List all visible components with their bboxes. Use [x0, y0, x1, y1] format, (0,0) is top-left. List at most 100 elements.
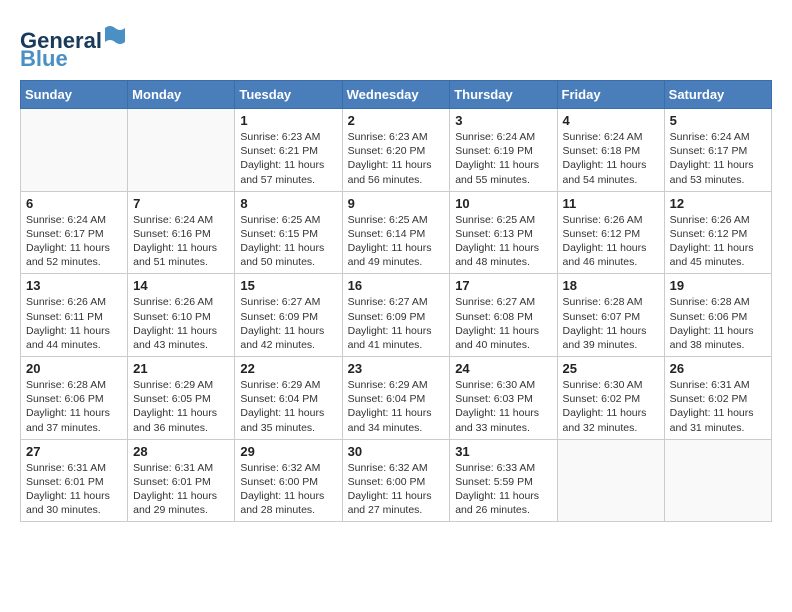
- day-of-week-header: Monday: [128, 81, 235, 109]
- day-info: Sunrise: 6:33 AM Sunset: 5:59 PM Dayligh…: [455, 461, 551, 518]
- day-info: Sunrise: 6:24 AM Sunset: 6:16 PM Dayligh…: [133, 213, 229, 270]
- calendar-cell: 14Sunrise: 6:26 AM Sunset: 6:10 PM Dayli…: [128, 274, 235, 357]
- calendar-cell: 15 Sunrise: 6:27 AM Sunset: 6:09 PM Dayli…: [235, 274, 342, 357]
- day-of-week-header: Friday: [557, 81, 664, 109]
- calendar-cell: 18 Sunrise: 6:28 AM Sunset: 6:07 PM Dayli…: [557, 274, 664, 357]
- calendar-week-row: 27 Sunrise: 6:31 AM Sunset: 6:01 PM Dayli…: [21, 439, 772, 522]
- day-number: 28: [133, 444, 229, 459]
- calendar-body: 1 Sunrise: 6:23 AM Sunset: 6:21 PM Daylig…: [21, 109, 772, 522]
- calendar-cell: 8 Sunrise: 6:25 AM Sunset: 6:15 PM Daylig…: [235, 191, 342, 274]
- calendar-cell: [21, 109, 128, 192]
- calendar-cell: 26 Sunrise: 6:31 AM Sunset: 6:02 PM Dayli…: [664, 357, 771, 440]
- calendar-week-row: 6 Sunrise: 6:24 AM Sunset: 6:17 PM Daylig…: [21, 191, 772, 274]
- day-info: Sunrise: 6:32 AM Sunset: 6:00 PM Dayligh…: [348, 461, 445, 518]
- calendar-cell: 20Sunrise: 6:28 AM Sunset: 6:06 PM Dayli…: [21, 357, 128, 440]
- day-info: Sunrise: 6:24 AM Sunset: 6:17 PM Dayligh…: [670, 130, 766, 187]
- calendar-cell: 21 Sunrise: 6:29 AM Sunset: 6:05 PM Dayli…: [128, 357, 235, 440]
- calendar-cell: 2 Sunrise: 6:23 AM Sunset: 6:20 PM Daylig…: [342, 109, 450, 192]
- calendar-cell: 3 Sunrise: 6:24 AM Sunset: 6:19 PM Daylig…: [450, 109, 557, 192]
- day-number: 16: [348, 278, 445, 293]
- calendar-cell: [664, 439, 771, 522]
- calendar-week-row: 1 Sunrise: 6:23 AM Sunset: 6:21 PM Daylig…: [21, 109, 772, 192]
- calendar-cell: 5Sunrise: 6:24 AM Sunset: 6:17 PM Daylig…: [664, 109, 771, 192]
- day-info: Sunrise: 6:27 AM Sunset: 6:09 PM Dayligh…: [348, 295, 445, 352]
- day-info: Sunrise: 6:29 AM Sunset: 6:04 PM Dayligh…: [348, 378, 445, 435]
- day-number: 13: [26, 278, 122, 293]
- day-number: 17: [455, 278, 551, 293]
- logo: General Blue: [20, 20, 130, 70]
- day-number: 12: [670, 196, 766, 211]
- day-info: Sunrise: 6:27 AM Sunset: 6:08 PM Dayligh…: [455, 295, 551, 352]
- calendar-cell: 24 Sunrise: 6:30 AM Sunset: 6:03 PM Dayli…: [450, 357, 557, 440]
- day-number: 14: [133, 278, 229, 293]
- calendar-cell: 16 Sunrise: 6:27 AM Sunset: 6:09 PM Dayli…: [342, 274, 450, 357]
- day-info: Sunrise: 6:23 AM Sunset: 6:21 PM Dayligh…: [240, 130, 336, 187]
- calendar-cell: 11 Sunrise: 6:26 AM Sunset: 6:12 PM Dayli…: [557, 191, 664, 274]
- calendar-cell: 17 Sunrise: 6:27 AM Sunset: 6:08 PM Dayli…: [450, 274, 557, 357]
- calendar-week-row: 20Sunrise: 6:28 AM Sunset: 6:06 PM Dayli…: [21, 357, 772, 440]
- calendar-cell: 9Sunrise: 6:25 AM Sunset: 6:14 PM Daylig…: [342, 191, 450, 274]
- day-info: Sunrise: 6:31 AM Sunset: 6:01 PM Dayligh…: [133, 461, 229, 518]
- day-info: Sunrise: 6:30 AM Sunset: 6:03 PM Dayligh…: [455, 378, 551, 435]
- day-of-week-header: Tuesday: [235, 81, 342, 109]
- day-number: 10: [455, 196, 551, 211]
- day-of-week-header: Sunday: [21, 81, 128, 109]
- calendar-cell: 27Sunrise: 6:31 AM Sunset: 6:01 PM Dayli…: [21, 439, 128, 522]
- day-of-week-header: Saturday: [664, 81, 771, 109]
- calendar-cell: [128, 109, 235, 192]
- day-number: 15: [240, 278, 336, 293]
- day-number: 29: [240, 444, 336, 459]
- svg-text:Blue: Blue: [20, 46, 68, 70]
- day-number: 24: [455, 361, 551, 376]
- page-header: General Blue: [20, 20, 772, 70]
- day-number: 20: [26, 361, 122, 376]
- day-info: Sunrise: 6:29 AM Sunset: 6:05 PM Dayligh…: [133, 378, 229, 435]
- day-info: Sunrise: 6:28 AM Sunset: 6:06 PM Dayligh…: [670, 295, 766, 352]
- day-number: 11: [563, 196, 659, 211]
- calendar-cell: 19Sunrise: 6:28 AM Sunset: 6:06 PM Dayli…: [664, 274, 771, 357]
- calendar-cell: 30 Sunrise: 6:32 AM Sunset: 6:00 PM Dayli…: [342, 439, 450, 522]
- day-number: 31: [455, 444, 551, 459]
- day-of-week-header: Thursday: [450, 81, 557, 109]
- calendar-cell: 6 Sunrise: 6:24 AM Sunset: 6:17 PM Daylig…: [21, 191, 128, 274]
- day-info: Sunrise: 6:24 AM Sunset: 6:17 PM Dayligh…: [26, 213, 122, 270]
- day-info: Sunrise: 6:32 AM Sunset: 6:00 PM Dayligh…: [240, 461, 336, 518]
- day-number: 4: [563, 113, 659, 128]
- calendar-cell: 10 Sunrise: 6:25 AM Sunset: 6:13 PM Dayli…: [450, 191, 557, 274]
- day-number: 2: [348, 113, 445, 128]
- calendar-cell: 4 Sunrise: 6:24 AM Sunset: 6:18 PM Daylig…: [557, 109, 664, 192]
- day-number: 6: [26, 196, 122, 211]
- day-number: 22: [240, 361, 336, 376]
- day-info: Sunrise: 6:27 AM Sunset: 6:09 PM Dayligh…: [240, 295, 336, 352]
- day-info: Sunrise: 6:28 AM Sunset: 6:07 PM Dayligh…: [563, 295, 659, 352]
- day-number: 23: [348, 361, 445, 376]
- calendar-cell: 31 Sunrise: 6:33 AM Sunset: 5:59 PM Dayli…: [450, 439, 557, 522]
- day-number: 8: [240, 196, 336, 211]
- day-number: 26: [670, 361, 766, 376]
- calendar-cell: 23 Sunrise: 6:29 AM Sunset: 6:04 PM Dayli…: [342, 357, 450, 440]
- day-number: 7: [133, 196, 229, 211]
- day-info: Sunrise: 6:26 AM Sunset: 6:12 PM Dayligh…: [670, 213, 766, 270]
- day-info: Sunrise: 6:29 AM Sunset: 6:04 PM Dayligh…: [240, 378, 336, 435]
- calendar-week-row: 13Sunrise: 6:26 AM Sunset: 6:11 PM Dayli…: [21, 274, 772, 357]
- day-of-week-header: Wednesday: [342, 81, 450, 109]
- day-info: Sunrise: 6:25 AM Sunset: 6:15 PM Dayligh…: [240, 213, 336, 270]
- day-info: Sunrise: 6:31 AM Sunset: 6:02 PM Dayligh…: [670, 378, 766, 435]
- day-info: Sunrise: 6:25 AM Sunset: 6:13 PM Dayligh…: [455, 213, 551, 270]
- logo-svg: General Blue: [20, 20, 130, 70]
- day-number: 21: [133, 361, 229, 376]
- day-info: Sunrise: 6:23 AM Sunset: 6:20 PM Dayligh…: [348, 130, 445, 187]
- calendar-cell: 28 Sunrise: 6:31 AM Sunset: 6:01 PM Dayli…: [128, 439, 235, 522]
- day-number: 18: [563, 278, 659, 293]
- day-info: Sunrise: 6:24 AM Sunset: 6:18 PM Dayligh…: [563, 130, 659, 187]
- day-info: Sunrise: 6:26 AM Sunset: 6:12 PM Dayligh…: [563, 213, 659, 270]
- calendar-cell: 29 Sunrise: 6:32 AM Sunset: 6:00 PM Dayli…: [235, 439, 342, 522]
- calendar-cell: 22 Sunrise: 6:29 AM Sunset: 6:04 PM Dayli…: [235, 357, 342, 440]
- day-info: Sunrise: 6:24 AM Sunset: 6:19 PM Dayligh…: [455, 130, 551, 187]
- calendar-header-row: SundayMondayTuesdayWednesdayThursdayFrid…: [21, 81, 772, 109]
- calendar-cell: 12 Sunrise: 6:26 AM Sunset: 6:12 PM Dayli…: [664, 191, 771, 274]
- day-number: 30: [348, 444, 445, 459]
- day-number: 3: [455, 113, 551, 128]
- day-number: 1: [240, 113, 336, 128]
- day-number: 27: [26, 444, 122, 459]
